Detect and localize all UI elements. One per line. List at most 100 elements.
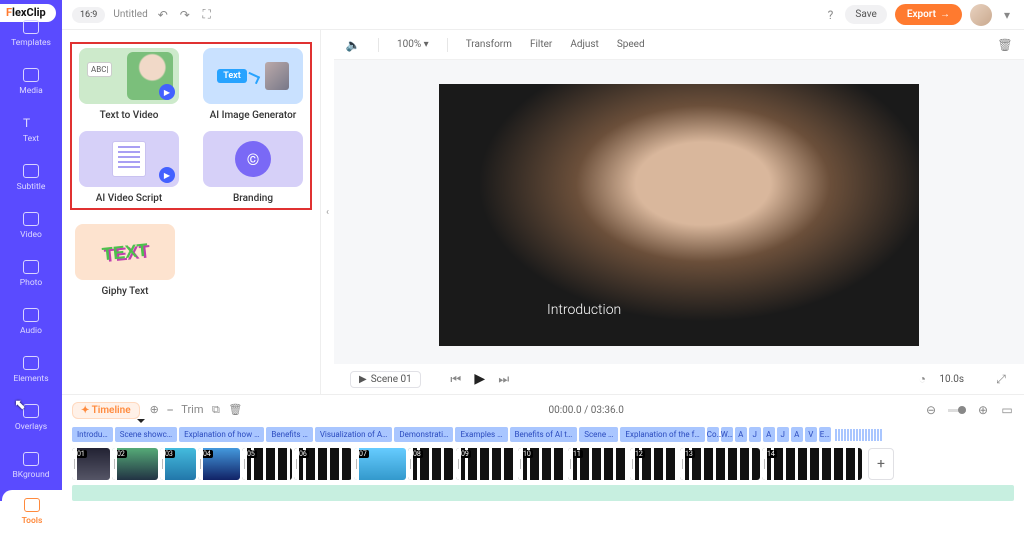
nav-text[interactable]: TText [0,106,62,154]
nav-photo[interactable]: Photo [0,250,62,298]
volume-icon[interactable]: 🔈 [346,38,360,52]
video-clip[interactable]: 07 [354,448,406,480]
tools-highlight: ABC| ▶ Text to Video Text AI Image Gener… [70,42,312,210]
preview-area: 🔈 100% ▾ Transform Filter Adjust Speed 🗑… [334,30,1024,394]
nav-media[interactable]: Media [0,58,62,106]
photo-icon [23,260,39,274]
caption-clip[interactable]: Explanation of the f… [620,427,704,442]
caption-clip[interactable]: A [763,427,775,442]
nav-background[interactable]: BKground [0,442,62,490]
trash-icon[interactable]: 🗑 [228,403,242,416]
tool-ai-image-generator[interactable]: Text AI Image Generator [200,48,306,121]
video-clip[interactable]: 08 [408,448,454,480]
scene-duration: 10.0s [939,374,964,385]
trim-label[interactable]: Trim [181,403,203,416]
audio-icon [23,308,39,322]
tool-branding[interactable]: © Branding [200,131,306,204]
video-clip[interactable]: 05 [242,448,292,480]
chevron-down-icon[interactable]: ▾ [1000,8,1014,22]
caption-clip[interactable]: Benefits of AI t… [510,427,578,442]
video-clip[interactable]: 01 [72,448,110,480]
nav-elements[interactable]: Elements [0,346,62,394]
split-icon[interactable]: ⎯ [167,403,173,416]
timeline-time: 00:00.0 / 03:36.0 [548,405,623,416]
panel-collapse-handle[interactable]: ‹ [320,30,334,394]
nav-audio[interactable]: Audio [0,298,62,346]
tool-label: Giphy Text [101,286,148,297]
ai-script-thumb: ▶ [79,131,179,187]
video-clip[interactable]: 12 [630,448,678,480]
video-clip[interactable]: 04 [198,448,240,480]
project-title[interactable]: Untitled [113,9,147,20]
video-clip[interactable]: 10 [518,448,566,480]
video-clip[interactable]: 14 [762,448,862,480]
video-clip[interactable]: 02 [112,448,158,480]
overlays-icon [23,404,39,418]
scene-select[interactable]: ▶ Scene 01 [350,371,421,388]
expand-icon[interactable]: ⤢ [994,372,1008,386]
caption-clip[interactable]: J [749,427,761,442]
next-icon[interactable]: ⏭ [497,372,511,386]
add-track-icon[interactable]: ⊕ [150,403,159,416]
elements-icon [23,356,39,370]
tool-ai-video-script[interactable]: ▶ AI Video Script [76,131,182,204]
branding-thumb: © [203,131,303,187]
preview-toolbar: 🔈 100% ▾ Transform Filter Adjust Speed 🗑 [334,30,1024,60]
video-preview[interactable]: Introduction [439,84,919,346]
caption-clip[interactable]: E… [819,427,831,442]
video-clip[interactable]: 13 [680,448,760,480]
caption-clip[interactable]: Benefits … [266,427,312,442]
fit-icon[interactable]: ▭ [1000,403,1014,417]
avatar[interactable] [970,4,992,26]
caption-clip[interactable]: Introdu… [72,427,113,442]
video-clip[interactable]: 06 [294,448,352,480]
play-icon[interactable]: ▶ [473,372,487,386]
nav-tools[interactable]: Tools [2,490,62,534]
save-button[interactable]: Save [845,5,886,24]
nav-video[interactable]: Video [0,202,62,250]
tool-label: Branding [233,193,273,204]
caption-clip[interactable]: Explanation of how … [179,427,264,442]
video-clip[interactable]: 03 [160,448,196,480]
tool-text-to-video[interactable]: ABC| ▶ Text to Video [76,48,182,121]
add-scene-button[interactable]: + [868,448,894,480]
export-button[interactable]: Export→ [895,4,962,25]
video-clip[interactable]: 11 [568,448,628,480]
caption-clip[interactable]: Visualization of A… [315,427,393,442]
undo-icon[interactable]: ↶ [156,8,170,22]
playback-strip: ▶ Scene 01 ⏮ ▶ ⏭ ◔ 10.0s ⤢ [334,364,1024,394]
caption-clip[interactable]: Scene … [579,427,618,442]
tab-speed[interactable]: Speed [617,39,645,50]
prev-icon[interactable]: ⏮ [449,372,463,386]
caption-clip[interactable]: A [791,427,803,442]
timeline-tab[interactable]: ✦ Timeline [72,402,140,419]
caption-clip[interactable]: A [735,427,747,442]
delete-icon[interactable]: 🗑 [998,38,1012,52]
fullscreen-icon[interactable]: ⛶ [200,8,214,22]
top-bar: 16:9 Untitled ↶ ↷ ⛶ ? Save Export→ ▾ [62,0,1024,30]
copy-icon[interactable]: ⧉ [212,403,220,416]
caption-clip[interactable]: J [777,427,789,442]
help-icon[interactable]: ? [823,8,837,22]
zoom-select[interactable]: 100% ▾ [397,39,429,50]
aspect-ratio[interactable]: 16:9 [72,7,105,23]
templates-icon [23,20,39,34]
caption-clip[interactable]: Co… [707,427,719,442]
tool-giphy-text[interactable]: TEXT Giphy Text [70,224,180,297]
caption-clip[interactable]: Scene showc… [115,427,177,442]
caption-clip[interactable]: Examples … [455,427,507,442]
nav-overlays[interactable]: Overlays [0,394,62,442]
caption-clip[interactable]: Demonstrati… [394,427,453,442]
audio-track[interactable] [72,485,1014,501]
tab-transform[interactable]: Transform [466,39,512,50]
caption-clip[interactable]: W… [721,427,733,442]
tab-adjust[interactable]: Adjust [570,39,599,50]
caption-clip[interactable]: V [805,427,817,442]
tab-filter[interactable]: Filter [530,39,552,50]
redo-icon[interactable]: ↷ [178,8,192,22]
nav-subtitle[interactable]: Subtitle [0,154,62,202]
zoom-in-icon[interactable]: ⊕ [976,403,990,417]
video-clip[interactable]: 09 [456,448,516,480]
zoom-out-icon[interactable]: ⊖ [924,403,938,417]
caption-track: Introdu… Scene showc… Explanation of how… [72,423,1014,448]
